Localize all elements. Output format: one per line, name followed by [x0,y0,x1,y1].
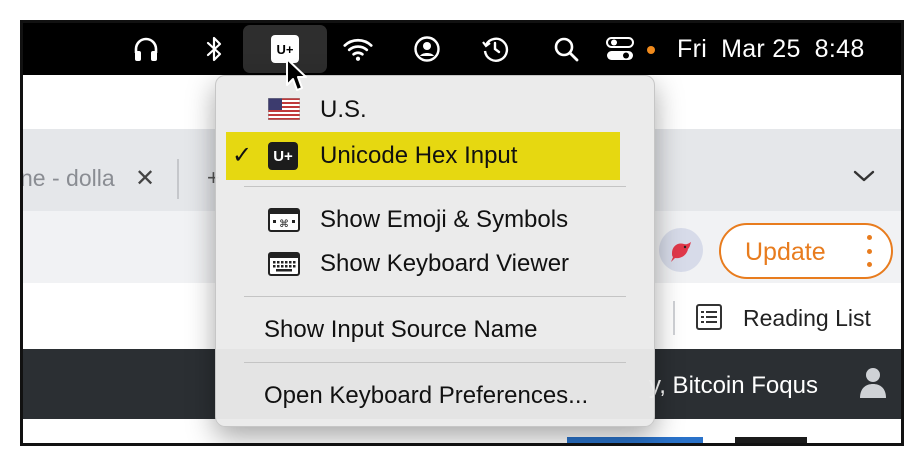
reading-list-icon[interactable] [695,303,723,336]
user-profile-icon[interactable] [857,365,889,404]
menu-item-emoji-symbols[interactable]: ⌘ Show Emoji & Symbols [216,198,654,242]
svg-text:⌘: ⌘ [279,219,289,230]
avatar[interactable] [659,228,703,272]
menu-item-us[interactable]: U.S. [216,88,654,132]
clock-time: 8:48 [814,35,865,63]
reading-list-label[interactable]: Reading List [743,305,871,332]
menu-item-unicode-hex-input[interactable]: ✓ U+ Unicode Hex Input [226,132,620,180]
menu-item-us-label: U.S. [320,96,367,123]
input-source-menu: U.S. ✓ U+ Unicode Hex Input ⌘ Show Emoji… [215,75,655,427]
menu-item-open-keyboard-preferences-label: Open Keyboard Preferences... [264,382,589,409]
update-button[interactable]: Update [719,223,893,279]
bookmarks-divider [673,301,675,335]
emoji-symbols-icon: ⌘ [268,208,300,237]
time-machine-icon[interactable] [480,34,510,64]
menu-item-show-input-source-name[interactable]: Show Input Source Name [216,308,654,352]
update-button-label: Update [745,238,826,266]
bird-icon [671,242,691,262]
wifi-icon[interactable] [343,34,373,64]
menu-item-open-keyboard-preferences[interactable]: Open Keyboard Preferences... [216,374,654,418]
keyboard-viewer-icon [268,252,300,281]
mouse-cursor-icon [285,57,311,98]
page-button-dark[interactable] [735,437,807,443]
site-header-text[interactable]: y, Bitcoin Foqus [649,372,818,400]
chevron-down-icon[interactable] [853,169,875,188]
tab-divider [177,159,179,199]
page-button-blue[interactable] [567,437,703,443]
clock-date: Mar 25 [721,35,801,63]
control-center-icon[interactable] [605,34,635,64]
clock-day: Fri [677,35,708,63]
menu-separator [244,362,626,363]
menu-bar: U+ Fri Mar 25 8:48 [23,23,901,75]
menu-item-keyboard-viewer[interactable]: Show Keyboard Viewer [216,242,654,286]
tab-close-button[interactable]: ✕ [135,164,155,193]
user-account-icon[interactable] [412,34,442,64]
bluetooth-icon[interactable] [199,34,229,64]
tab-title[interactable]: ne - dolla [23,165,115,192]
menu-item-emoji-symbols-label: Show Emoji & Symbols [320,206,569,233]
menu-bar-clock[interactable]: Fri Mar 25 8:48 [677,35,865,64]
screenshot-frame: ne - dolla ✕ + Update Reading List y, Bi… [20,20,904,446]
headphones-icon[interactable] [131,34,161,64]
checkmark-icon: ✓ [232,142,253,169]
menu-item-keyboard-viewer-label: Show Keyboard Viewer [320,250,570,277]
status-dot [647,46,655,54]
menu-separator [244,296,626,297]
more-options-icon[interactable] [859,235,879,267]
us-flag-icon [267,97,301,125]
menu-item-unicode-hex-label: Unicode Hex Input [320,142,518,169]
spotlight-search-icon[interactable] [551,34,581,64]
unicode-hex-icon: U+ [268,142,298,170]
menu-separator [244,186,626,187]
menu-item-show-input-source-name-label: Show Input Source Name [264,316,538,343]
